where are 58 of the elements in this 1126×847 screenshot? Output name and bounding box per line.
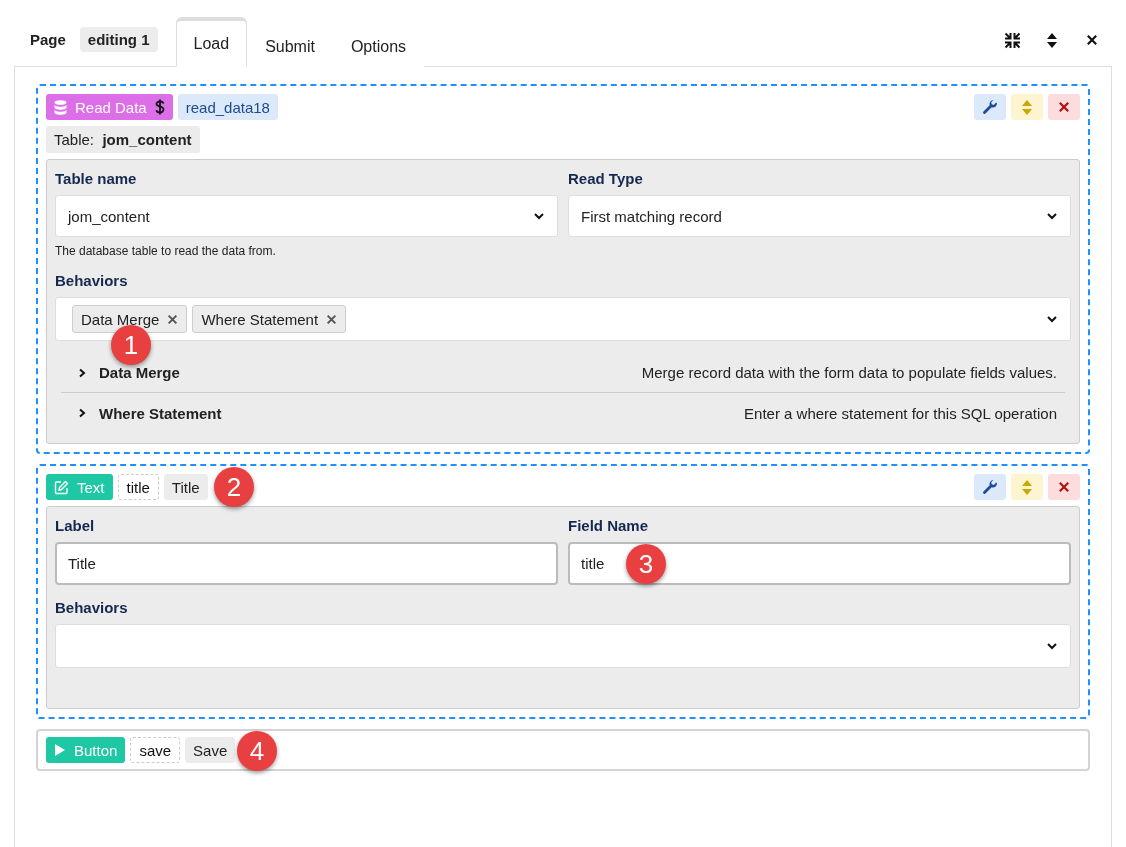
callout-marker: 2 [213,467,254,507]
field-label: Behaviors [55,272,129,289]
play-icon [54,743,66,757]
compress-icon [1003,31,1021,49]
input-field[interactable]: Title [55,542,558,585]
field-label: Table name [55,170,138,187]
type-badge: Read Data [46,94,173,120]
select-field[interactable]: First matching record [568,195,1071,237]
delete-button[interactable] [1048,474,1080,500]
caret-icon [1046,315,1058,323]
multi-select-field[interactable] [55,624,1071,668]
field-hint: The database table to read the data from. [55,244,277,258]
accordion-header[interactable]: Where Statement [77,404,222,422]
field-name-tag: save [130,737,181,763]
accordion-description: Enter a where statement for this SQL operation [744,404,1057,422]
caret-icon [1046,642,1058,650]
remove-icon [326,313,338,325]
wrench-icon [982,479,998,495]
chevron-icon [77,408,87,418]
accordion-header[interactable]: Data Merge [77,364,180,381]
field-title-tag: Save [185,737,236,763]
settings-button[interactable] [974,474,1006,500]
select-field[interactable]: jom_content [55,195,558,237]
sort-icon [1022,479,1032,495]
callout-marker: 3 [626,544,666,584]
tab[interactable]: Load [175,17,248,67]
field-label: Label [55,517,96,534]
type-badge: Button [46,737,126,763]
page-title: Page [30,31,66,48]
sort-icon [1047,32,1057,48]
callout-marker: 4 [237,731,278,771]
wrench-icon [982,99,998,115]
type-badge: Text [46,474,113,500]
remove-icon [167,313,179,325]
close-icon [1086,34,1098,46]
accordion-description: Merge record data with the form data to populate fields values. [641,364,1057,381]
delete-button[interactable] [1048,94,1080,120]
tag-chip[interactable]: Data Merge [72,305,188,333]
block-name: read_data18 [177,94,278,120]
dollar-icon [154,99,165,115]
field-title-tag: Title [163,474,208,500]
database-icon [54,99,67,115]
field-label: Field Name [568,517,650,534]
tag-chip[interactable]: Where Statement [192,305,347,333]
field-name-tag: title [117,474,159,500]
sort-icon [1022,99,1032,115]
field-label: Behaviors [55,599,129,616]
editing-badge: editing 1 [79,27,158,52]
caret-icon [1046,212,1058,220]
close-icon [1058,101,1070,113]
table-tag: Table: jom_content [46,126,200,153]
chevron-icon [77,367,87,378]
close-icon [1058,481,1070,493]
input-field[interactable]: title 3 [568,542,1071,585]
edit-icon [54,479,69,495]
field-label: Read Type [568,170,644,187]
settings-button[interactable] [974,94,1006,120]
caret-icon [533,212,545,220]
